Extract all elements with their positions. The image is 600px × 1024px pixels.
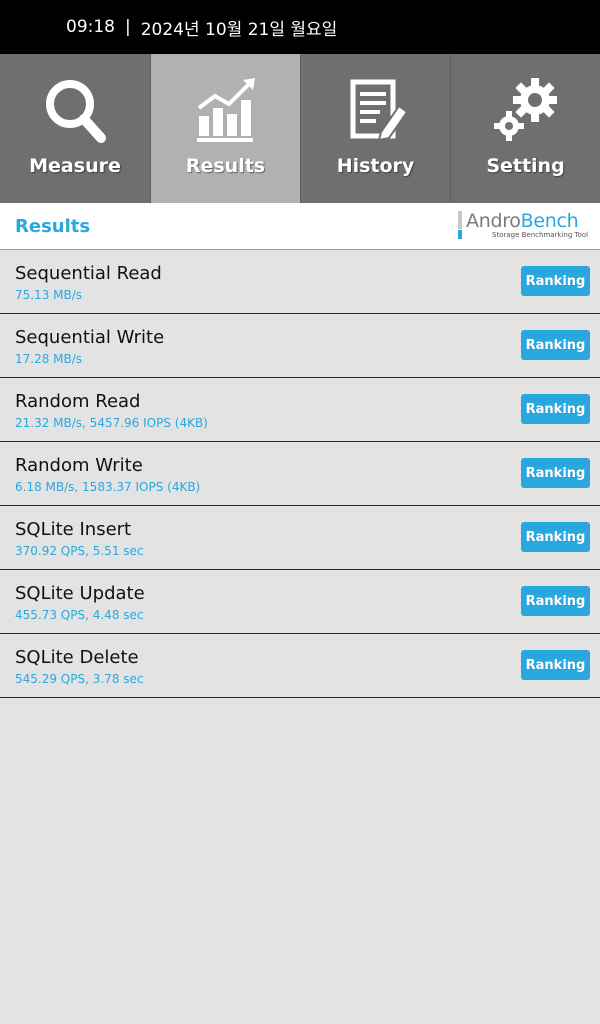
result-name: Random Read — [15, 391, 141, 412]
tab-history-label: History — [336, 155, 415, 177]
status-date: 2024년 10월 21일 월요일 — [140, 19, 338, 40]
result-name: SQLite Delete — [15, 647, 139, 668]
tab-bar: Measure Results History Setting — [0, 54, 600, 203]
result-name: SQLite Insert — [15, 519, 132, 540]
ranking-button[interactable]: Ranking — [521, 458, 590, 488]
status-bar: 09:18 | 2024년 10월 21일 월요일 — [0, 0, 600, 54]
result-row-sqlite-update: SQLite Update 455.73 QPS, 4.48 sec Ranki… — [0, 570, 600, 634]
result-row-sequential-write: Sequential Write 17.28 MB/s Ranking — [0, 314, 600, 378]
tab-history[interactable]: History — [300, 54, 450, 203]
ranking-button[interactable]: Ranking — [521, 330, 590, 360]
status-separator: | — [125, 17, 131, 37]
logo-brand-bench: Bench — [520, 210, 579, 232]
tab-setting-label: Setting — [486, 155, 565, 177]
results-header: Results AndroBench Storage Benchmarking … — [0, 203, 600, 250]
logo-brand: AndroBench — [466, 210, 579, 232]
tab-results-label: Results — [185, 155, 266, 177]
ranking-button[interactable]: Ranking — [521, 650, 590, 680]
tab-setting[interactable]: Setting — [450, 54, 600, 203]
result-value: 545.29 QPS, 3.78 sec — [15, 672, 144, 686]
result-row-sqlite-delete: SQLite Delete 545.29 QPS, 3.78 sec Ranki… — [0, 634, 600, 698]
result-value: 6.18 MB/s, 1583.37 IOPS (4KB) — [15, 480, 201, 494]
tab-measure[interactable]: Measure — [0, 54, 150, 203]
logo-tagline: Storage Benchmarking Tool — [492, 231, 589, 239]
result-name: Sequential Read — [15, 263, 162, 284]
result-value: 75.13 MB/s — [15, 288, 83, 302]
page-title: Results — [15, 215, 91, 237]
ranking-button[interactable]: Ranking — [521, 394, 590, 424]
result-name: Random Write — [15, 455, 143, 476]
androbench-logo: AndroBench Storage Benchmarking Tool — [458, 210, 589, 241]
ranking-button[interactable]: Ranking — [521, 522, 590, 552]
result-row-sqlite-insert: SQLite Insert 370.92 QPS, 5.51 sec Ranki… — [0, 506, 600, 570]
magnifier-icon — [46, 80, 106, 143]
logo-bar-blue — [458, 230, 462, 239]
result-row-sequential-read: Sequential Read 75.13 MB/s Ranking — [0, 250, 600, 314]
result-row-random-write: Random Write 6.18 MB/s, 1583.37 IOPS (4K… — [0, 442, 600, 506]
result-value: 455.73 QPS, 4.48 sec — [15, 608, 144, 622]
results-list: Sequential Read 75.13 MB/s Ranking Seque… — [0, 250, 600, 698]
gears-icon — [494, 78, 557, 141]
ranking-button[interactable]: Ranking — [521, 586, 590, 616]
bar-chart-trend-icon — [197, 78, 255, 142]
logo-brand-andro: Andro — [466, 210, 521, 232]
result-name: SQLite Update — [15, 583, 145, 604]
result-value: 17.28 MB/s — [15, 352, 83, 366]
result-name: Sequential Write — [15, 327, 165, 348]
logo-bar-grey — [458, 211, 462, 229]
document-pencil-icon — [350, 79, 409, 142]
result-value: 370.92 QPS, 5.51 sec — [15, 544, 144, 558]
result-value: 21.32 MB/s, 5457.96 IOPS (4KB) — [15, 416, 208, 430]
status-time: 09:18 — [66, 17, 115, 37]
result-row-random-read: Random Read 21.32 MB/s, 5457.96 IOPS (4K… — [0, 378, 600, 442]
tab-results[interactable]: Results — [150, 54, 300, 203]
tab-measure-label: Measure — [29, 155, 121, 177]
ranking-button[interactable]: Ranking — [521, 266, 590, 296]
